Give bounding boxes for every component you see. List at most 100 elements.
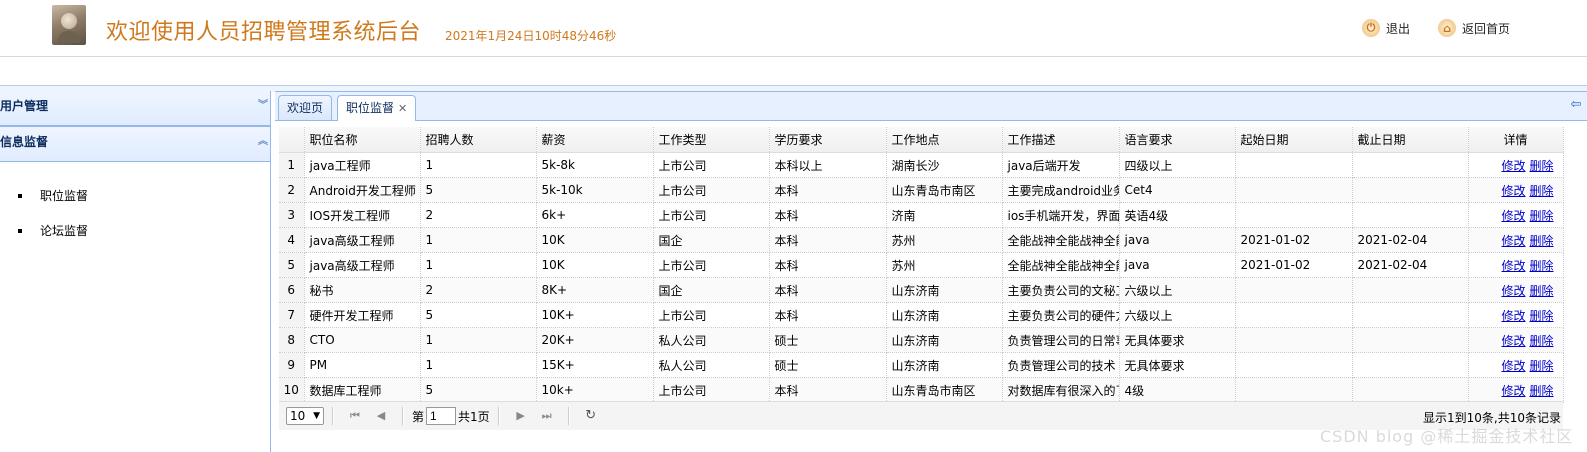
table-row[interactable]: 7硬件开发工程师510K+上市公司本科山东济南主要负责公司的硬件方面六级以上 修改… [279,302,1564,328]
row-number: 8 [279,327,305,353]
table-row[interactable]: 2 Android开发工程师 5 5k-10k 上市公司 本科 山东青岛市南区 主要完成and… [279,177,1564,203]
table-row[interactable]: 1 java工程师 1 5k-8k 上市公司 本科以上 湖南长沙 java后端开发 四级以上 修改… [279,152,1564,178]
edit-link[interactable]: 修改 [1501,259,1525,273]
row-number: 5 [279,252,305,278]
table-cell: 上市公司 [653,252,770,278]
tab-job-supervision[interactable]: 职位监督 ✕ [337,95,417,121]
table-row[interactable]: 5 java高级工程师 1 10K 上市公司 本科 苏州 全能战神全能战神全能 java 2021… [279,252,1564,278]
table-cell: 上市公司 [653,202,770,228]
edit-link[interactable]: 修改 [1501,384,1525,398]
job-table: 职位名称 招聘人数 薪资 工作类型 学历要求 工作地点 工作描述 语言要求 起始… [279,127,1564,403]
nav-item-forum-supervision[interactable]: 论坛监督 [18,222,88,239]
edit-link[interactable]: 修改 [1501,159,1525,173]
table-row[interactable]: 4 java高级工程师 1 10K 国企 本科 苏州 全能战神全能战神全能 java 2021-0… [279,227,1564,253]
table-row[interactable]: 8CTO120K+私人公司硕士山东济南负责管理公司的日常事务无具体要求 修改删除 [279,327,1564,353]
row-actions: 修改 删除 [1468,352,1564,378]
table-cell: 2 [420,277,537,303]
table-row[interactable]: 9 PM 1 15K+ 私人公司 硕士 山东济南 负责管理公司的技术 无具体要求 修改 删除 [279,352,1564,378]
table-cell: 2021-02-04 [1352,227,1469,253]
table-cell [1352,152,1469,178]
prev-page-icon[interactable]: ◀ [374,409,388,423]
table-cell: 国企 [653,227,770,253]
delete-link[interactable]: 删除 [1529,209,1553,223]
delete-link[interactable]: 删除 [1529,309,1553,323]
edit-link[interactable]: 修改 [1501,284,1525,298]
delete-link[interactable]: 删除 [1529,159,1553,173]
table-cell: 负责管理公司的日常事务 [1002,327,1120,353]
accordion-info-supervision[interactable]: 信息监督 ︽ [0,126,270,162]
table-cell: 10k+ [536,377,654,403]
chevron-up-icon[interactable]: ︽ [258,131,268,153]
table-cell: 全能战神全能战神全能 [1002,252,1120,278]
delete-link[interactable]: 删除 [1529,334,1553,348]
table-cell: 1 [420,152,537,178]
edit-link[interactable]: 修改 [1501,334,1525,348]
table-cell [1235,277,1353,303]
delete-link[interactable]: 删除 [1529,184,1553,198]
datetime-display: 2021年1月24日10时48分46秒 [445,29,617,43]
delete-link[interactable]: 删除 [1529,259,1553,273]
logout-button[interactable]: ⏻ 退出 [1362,18,1410,38]
column-header[interactable]: 工作类型 [653,127,770,153]
tab-bar: 欢迎页 职位监督 ✕ ⇦ [275,91,1587,121]
column-header[interactable]: 工作地点 [886,127,1003,153]
column-header[interactable]: 起始日期 [1235,127,1353,153]
row-number: 3 [279,202,305,228]
column-header[interactable]: 招聘人数 [420,127,537,153]
pager-divider [332,407,334,425]
table-cell: 5 [420,377,537,403]
table-row[interactable]: 10数据库工程师510k+上市公司本科山东青岛市南区对数据库有很深入的了解4级 修… [279,377,1564,403]
column-header[interactable]: 学历要求 [769,127,887,153]
table-cell: 湖南长沙 [886,152,1003,178]
edit-link[interactable]: 修改 [1501,184,1525,198]
column-header[interactable]: 薪资 [536,127,654,153]
next-page-icon[interactable]: ▶ [514,409,528,423]
table-cell: 10K+ [536,302,654,328]
table-cell: 本科 [769,302,887,328]
edit-link[interactable]: 修改 [1501,234,1525,248]
table-cell: 秘书 [304,277,421,303]
delete-link[interactable]: 删除 [1529,359,1553,373]
table-cell: 负责管理公司的技术 [1002,352,1120,378]
row-actions: 修改 删除 [1468,277,1564,303]
home-button[interactable]: ⌂ 返回首页 [1438,18,1510,38]
table-cell: 本科 [769,377,887,403]
table-cell: java [1119,252,1236,278]
close-icon[interactable]: ✕ [398,102,407,115]
table-cell: 山东济南 [886,302,1003,328]
table-cell: 对数据库有很深入的了解 [1002,377,1120,403]
table-cell [1235,327,1353,353]
collapse-panel-icon[interactable]: ⇦ [1567,97,1585,115]
table-cell: 主要完成android业务 [1002,177,1120,203]
page-number-input[interactable] [426,407,457,425]
nav-item-job-supervision[interactable]: 职位监督 [18,187,88,204]
column-header[interactable]: 语言要求 [1119,127,1236,153]
home-label: 返回首页 [1462,21,1511,36]
first-page-icon[interactable]: ⏮ [348,409,362,423]
delete-link[interactable]: 删除 [1529,234,1553,248]
table-cell: 济南 [886,202,1003,228]
accordion-user-management[interactable]: 用户管理 ︾ [0,91,270,126]
column-header[interactable]: 工作描述 [1002,127,1120,153]
edit-link[interactable]: 修改 [1501,309,1525,323]
tab-welcome[interactable]: 欢迎页 [278,95,333,120]
bullet-icon [18,193,22,198]
sidebar: 用户管理 ︾ 信息监督 ︽ 职位监督 论坛监督 [0,91,271,452]
table-row[interactable]: 6秘书28K+国企本科山东济南主要负责公司的文秘工作六级以上 修改删除 [279,277,1564,303]
edit-link[interactable]: 修改 [1501,359,1525,373]
row-number: 7 [279,302,305,328]
table-cell: 5k-8k [536,152,654,178]
delete-link[interactable]: 删除 [1529,284,1553,298]
column-header[interactable]: 详情 [1468,127,1564,153]
pager-divider [497,407,500,425]
edit-link[interactable]: 修改 [1501,209,1525,223]
chevron-down-icon[interactable]: ︾ [258,95,268,117]
table-cell: 全能战神全能战神全能 [1002,227,1120,253]
last-page-icon[interactable]: ⏭ [540,409,554,423]
column-header[interactable]: 截止日期 [1352,127,1469,153]
column-header[interactable]: 职位名称 [304,127,421,153]
refresh-icon[interactable]: ↻ [584,409,598,423]
table-row[interactable]: 3 IOS开发工程师 2 6k+ 上市公司 本科 济南 ios手机端开发，界面 英语4级 修改 删除 [279,202,1564,228]
delete-link[interactable]: 删除 [1529,384,1553,398]
page-size-select[interactable]: 10 ▼ [286,407,324,425]
